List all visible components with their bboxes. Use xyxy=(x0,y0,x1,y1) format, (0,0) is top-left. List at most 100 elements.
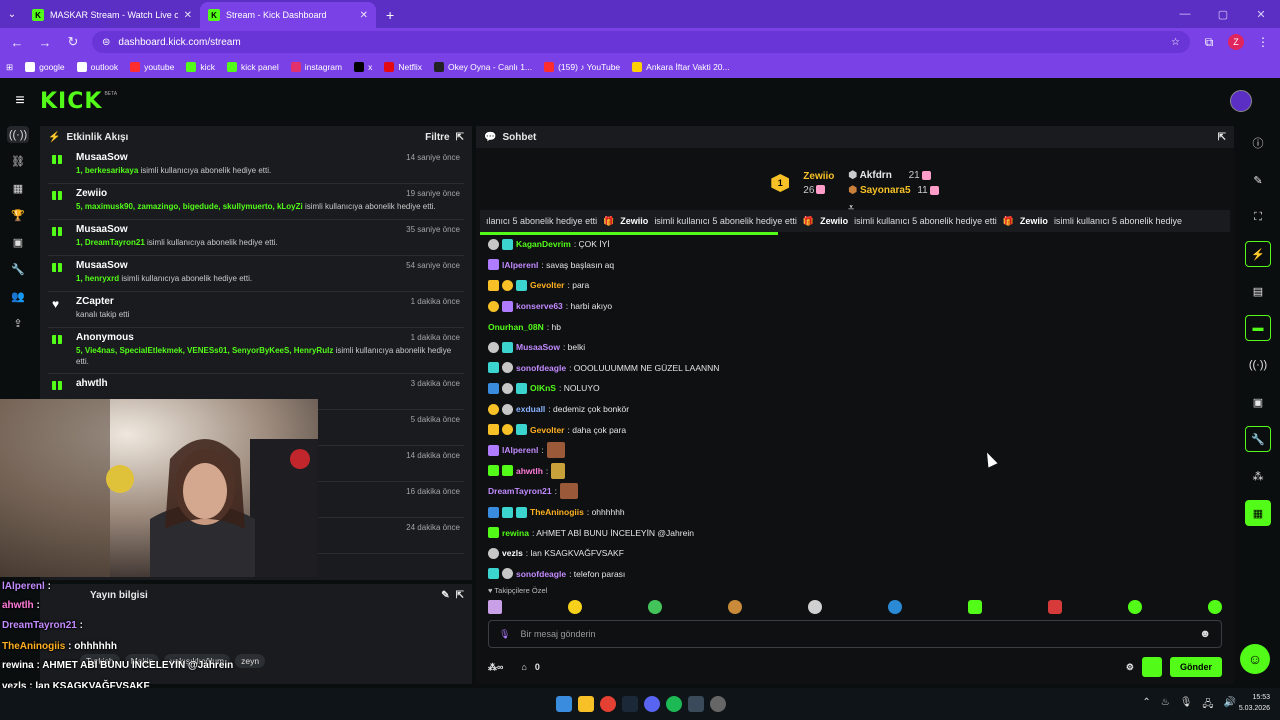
emote-icon[interactable] xyxy=(1048,600,1062,614)
kick-bot-button[interactable] xyxy=(1141,657,1162,677)
chat-username[interactable]: sonofdeagle xyxy=(516,363,566,373)
activity-item[interactable]: MusaaSow 1, berkesarikaya isimli kullanıc… xyxy=(48,148,464,184)
tab-search-icon[interactable]: ⌄ xyxy=(0,0,24,28)
maximize-icon[interactable]: ▢ xyxy=(1204,0,1242,28)
emote-icon[interactable] xyxy=(648,600,662,614)
site-info-icon[interactable]: ⊜ xyxy=(102,37,110,48)
extensions-icon[interactable]: ⧉ xyxy=(1200,35,1218,50)
kick-logo[interactable]: KICK xyxy=(40,89,102,114)
activity-username[interactable]: MusaaSow xyxy=(76,224,462,235)
emote-icon[interactable] xyxy=(968,600,982,614)
media-icon[interactable]: ▣ xyxy=(7,234,29,251)
bookmark-item[interactable]: outlook xyxy=(76,62,118,72)
trophy-icon[interactable]: 🏆 xyxy=(7,207,29,224)
user-avatar[interactable] xyxy=(1230,90,1252,112)
store-icon[interactable]: ⌂ xyxy=(521,662,526,672)
activity-username[interactable]: Anonymous xyxy=(76,332,462,343)
bookmark-item[interactable]: google xyxy=(25,62,65,72)
menu-kebab-icon[interactable]: ⋮ xyxy=(1254,35,1272,49)
obs-icon[interactable] xyxy=(688,696,704,712)
users-icon[interactable]: 👥 xyxy=(7,288,29,305)
ticker-username[interactable]: Zewiio xyxy=(820,216,848,226)
link-icon[interactable]: ⛓ xyxy=(7,153,29,170)
close-window-icon[interactable]: ✕ xyxy=(1242,0,1280,28)
discord-icon[interactable] xyxy=(644,696,660,712)
bookmark-item[interactable]: Okey Oyna - Canlı 1... xyxy=(433,62,532,72)
chat-username[interactable]: sonofdeagle xyxy=(516,569,566,579)
chat-username[interactable]: KaganDevrim xyxy=(516,239,571,249)
capture-icon[interactable]: ⛶ xyxy=(1245,204,1271,230)
chat-username[interactable]: vezls xyxy=(502,548,523,558)
bookmark-item[interactable]: Netflix xyxy=(384,62,422,72)
taskbar-clock[interactable]: 15:53 5.03.2026 xyxy=(1239,693,1270,714)
tray-expand-icon[interactable]: ⌃ xyxy=(1142,697,1150,714)
bookmark-item[interactable]: x xyxy=(354,62,372,72)
activity-username[interactable]: MusaaSow xyxy=(76,152,462,163)
profile-avatar[interactable]: Z xyxy=(1228,34,1244,50)
emote-icon[interactable] xyxy=(1128,600,1142,614)
chat-username[interactable]: Gevolter xyxy=(530,280,565,290)
chat-input[interactable]: 🎙 Bir mesaj gönderin ☻ xyxy=(488,620,1222,648)
filter-button[interactable]: Filtre xyxy=(425,132,449,143)
ticker-username[interactable]: Zewiio xyxy=(620,216,648,226)
ticker-username[interactable]: Zewiio xyxy=(1020,216,1048,226)
popout-icon[interactable]: ⇱ xyxy=(456,132,464,143)
live-stream-icon[interactable]: ((·)) xyxy=(7,126,29,143)
chat-username[interactable]: exduall xyxy=(516,404,545,414)
chat-settings-gear-icon[interactable]: ⚙ xyxy=(1126,662,1134,673)
gift-icon[interactable]: ▦ xyxy=(1245,500,1271,526)
bookmark-star-icon[interactable]: ☆ xyxy=(1171,37,1180,48)
windows-start-icon[interactable] xyxy=(556,696,572,712)
layout-icon[interactable]: ▦ xyxy=(7,180,29,197)
share-icon[interactable]: ⁂ xyxy=(1245,463,1271,489)
activity-item[interactable]: Anonymous 5, Vie4nas, SpecialEtlekmek, VE… xyxy=(48,328,464,374)
chat-username[interactable]: lAlperenl xyxy=(502,445,538,455)
bookmark-item[interactable]: instagram xyxy=(290,62,342,72)
bookmark-item[interactable]: Ankara İftar Vakti 20... xyxy=(632,62,730,72)
bookmark-item[interactable]: kick panel xyxy=(226,62,279,72)
close-tab-icon[interactable]: ✕ xyxy=(184,10,192,21)
leader-second-name[interactable]: Akfdrn xyxy=(860,170,892,181)
chat-username[interactable]: ahwtlh xyxy=(516,466,543,476)
minimize-icon[interactable]: — xyxy=(1166,0,1204,28)
chat-username[interactable]: TheAninogiis xyxy=(530,507,584,517)
activity-username[interactable]: Zewiio xyxy=(76,188,462,199)
activity-item[interactable]: Zewiio 5, maximusk90, zamazingo, bigedude… xyxy=(48,184,464,220)
info-icon[interactable]: ⓘ xyxy=(1245,130,1271,156)
close-tab-icon[interactable]: ✕ xyxy=(360,10,368,21)
tray-mic-icon[interactable]: 🎙 xyxy=(1180,697,1193,714)
upload-icon[interactable]: ⇪ xyxy=(7,315,29,332)
tab-maskar-stream[interactable]: K MASKAR Stream - Watch Live o ✕ xyxy=(24,2,200,28)
bookmark-item[interactable]: youtube xyxy=(130,62,174,72)
mic-icon[interactable]: 🎙 xyxy=(499,629,510,640)
chat-username[interactable]: Onurhan_08N xyxy=(488,322,544,332)
chrome-icon[interactable] xyxy=(600,696,616,712)
popout-icon[interactable]: ⇱ xyxy=(456,590,464,601)
tray-steam-icon[interactable]: ♨ xyxy=(1161,697,1170,714)
wrench-icon[interactable]: 🔧 xyxy=(7,261,29,278)
activity-item[interactable]: MusaaSow 1, henryxrd isimli kullanıcıya a… xyxy=(48,256,464,292)
emote-icon[interactable] xyxy=(1208,600,1222,614)
support-chat-icon[interactable]: ☺ xyxy=(1240,644,1270,674)
emoji-picker-icon[interactable]: ☻ xyxy=(1199,628,1211,640)
wrench-icon[interactable]: 🔧 xyxy=(1245,426,1271,452)
edit-icon[interactable]: ✎ xyxy=(1245,167,1271,193)
activity-username[interactable]: MusaaSow xyxy=(76,260,462,271)
document-icon[interactable]: ▤ xyxy=(1245,278,1271,304)
edit-pencil-icon[interactable]: ✎ xyxy=(441,590,449,601)
chat-username[interactable]: konserve63 xyxy=(516,301,563,311)
forward-icon[interactable]: → xyxy=(36,35,54,50)
activity-item[interactable]: ♥ ZCapter kanalı takip etti 1 dakika önce xyxy=(48,292,464,328)
reload-icon[interactable]: ↻ xyxy=(64,34,82,50)
chat-bubble-icon[interactable]: ▬ xyxy=(1245,315,1271,341)
leader-first-name[interactable]: Zewiio xyxy=(803,171,834,182)
emote-icon[interactable] xyxy=(888,600,902,614)
settings-icon[interactable] xyxy=(710,696,726,712)
chat-username[interactable]: DreamTayron21 xyxy=(488,486,552,496)
emote-icon[interactable] xyxy=(808,600,822,614)
lightning-icon[interactable]: ⚡ xyxy=(1245,241,1271,267)
file-explorer-icon[interactable] xyxy=(578,696,594,712)
chat-username[interactable]: Gevolter xyxy=(530,425,565,435)
points-icon[interactable]: ⁂∞ xyxy=(488,662,503,673)
chat-username[interactable]: lAlperenl xyxy=(502,260,538,270)
